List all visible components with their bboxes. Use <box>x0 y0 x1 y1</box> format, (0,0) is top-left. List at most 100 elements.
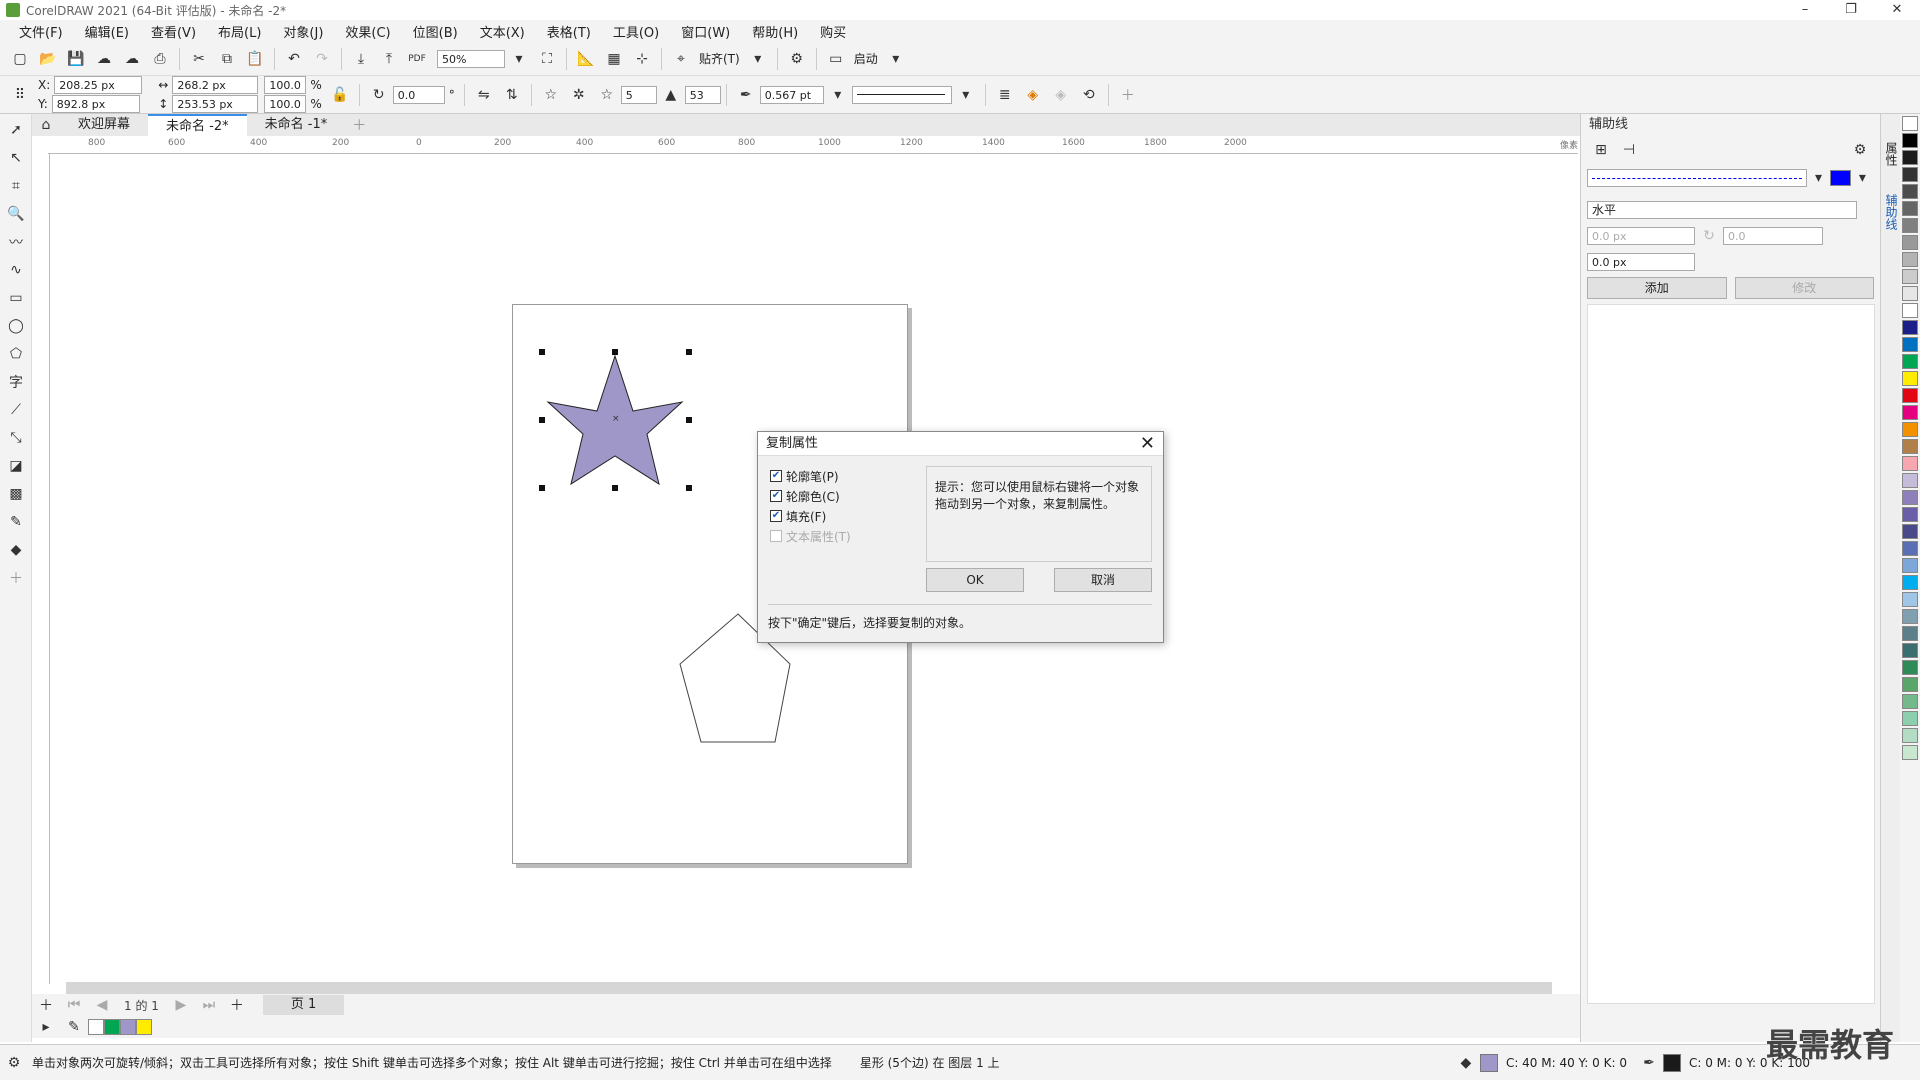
palette-swatch[interactable] <box>1902 167 1918 182</box>
last-page-icon[interactable]: ⏭ <box>198 994 220 1016</box>
chevron-down-icon[interactable]: ▾ <box>827 84 849 106</box>
rotate-icon[interactable]: ↻ <box>368 84 390 106</box>
snap-to-label[interactable]: 贴齐(T) <box>699 50 740 67</box>
first-page-icon[interactable]: ⏮ <box>63 994 85 1016</box>
scale-y-field[interactable]: 100.0 <box>264 95 307 113</box>
palette-swatch[interactable] <box>1902 609 1918 624</box>
tab-welcome[interactable]: 欢迎屏幕 <box>60 114 148 136</box>
shape-tool-icon[interactable]: ↖ <box>5 146 27 170</box>
new-document-icon[interactable]: ▢ <box>9 48 31 70</box>
full-screen-icon[interactable]: ⛶ <box>536 48 558 70</box>
menu-help[interactable]: 帮助(H) <box>741 22 809 41</box>
mirror-vertical-icon[interactable]: ⇅ <box>501 84 523 106</box>
rulers-icon[interactable]: 📐 <box>575 48 597 70</box>
grid-icon[interactable]: ▦ <box>603 48 625 70</box>
palette-swatch[interactable] <box>1902 592 1918 607</box>
to-back-icon[interactable]: ◈ <box>1050 84 1072 106</box>
palette-swatch[interactable] <box>1902 388 1918 403</box>
vertical-ruler[interactable] <box>32 154 50 984</box>
palette-swatch[interactable] <box>1902 660 1918 675</box>
minimize-icon[interactable]: – <box>1782 0 1828 20</box>
line-style-select[interactable] <box>851 85 952 104</box>
home-icon[interactable]: ⌂ <box>35 114 57 136</box>
launch-label[interactable]: 启动 <box>854 50 878 67</box>
mirror-horizontal-icon[interactable]: ⇋ <box>473 84 495 106</box>
menu-text[interactable]: 文本(X) <box>469 22 536 41</box>
cloud-icon[interactable]: ☁ <box>121 48 143 70</box>
width-field[interactable]: 268.2 px <box>172 76 259 94</box>
chevron-down-icon[interactable]: ▾ <box>1854 167 1871 189</box>
outline-width-field[interactable]: 0.567 pt <box>759 85 824 104</box>
tab-properties[interactable]: 属性 <box>1883 142 1900 166</box>
orientation-select[interactable]: 水平 <box>1587 201 1857 219</box>
rectangle-tool-icon[interactable]: ▭ <box>5 286 27 310</box>
upload-icon[interactable]: ☁ <box>93 48 115 70</box>
chevron-down-icon[interactable]: ▾ <box>955 84 977 106</box>
tab-untitled-2[interactable]: 未命名 -2* <box>148 114 247 136</box>
docker-settings-gear-icon[interactable]: ⚙ <box>1849 139 1871 161</box>
parallel-dimension-icon[interactable]: ⟋ <box>5 398 27 422</box>
eyedropper-icon[interactable]: ✎ <box>5 510 27 534</box>
chevron-down-icon[interactable]: ▾ <box>885 48 907 70</box>
interactive-fill-icon[interactable]: ◆ <box>5 538 27 562</box>
star-icon[interactable]: ☆ <box>540 84 562 106</box>
palette-swatch[interactable] <box>1902 269 1918 284</box>
new-tab-icon[interactable]: ＋ <box>348 114 370 136</box>
ellipse-tool-icon[interactable]: ◯ <box>5 314 27 338</box>
palette-swatch[interactable] <box>1902 626 1918 641</box>
text-wrap-icon[interactable]: ≣ <box>994 84 1016 106</box>
palette-swatch[interactable] <box>1902 575 1918 590</box>
palette-swatch[interactable] <box>1902 371 1918 386</box>
launch-icon[interactable]: ▭ <box>825 48 847 70</box>
guide-line-style-select[interactable] <box>1587 169 1807 187</box>
palette-swatch[interactable] <box>1902 201 1918 216</box>
checkbox-outline-color[interactable]: ✔ <box>770 490 782 502</box>
tab-guidelines[interactable]: 辅助线 <box>1883 194 1900 230</box>
add-page-after-icon[interactable]: ＋ <box>226 994 248 1016</box>
palette-swatch[interactable] <box>1902 405 1918 420</box>
chevron-down-icon[interactable]: ▾ <box>508 48 530 70</box>
text-tool-icon[interactable]: 字 <box>5 370 27 394</box>
palette-swatch[interactable] <box>1902 439 1918 454</box>
to-front-icon[interactable]: ◈ <box>1022 84 1044 106</box>
palette-swatch[interactable] <box>1902 473 1918 488</box>
snap-icon[interactable]: ⌖ <box>670 48 692 70</box>
menu-effects[interactable]: 效果(C) <box>334 22 401 41</box>
palette-swatch[interactable] <box>1902 184 1918 199</box>
checkbox-outline-pen[interactable]: ✔ <box>770 470 782 482</box>
menu-layout[interactable]: 布局(L) <box>207 22 272 41</box>
options-gear-icon[interactable]: ⚙ <box>786 48 808 70</box>
horizontal-scrollbar[interactable] <box>66 982 1552 994</box>
prev-page-icon[interactable]: ◀ <box>91 994 113 1016</box>
height-field[interactable]: 253.53 px <box>172 95 259 113</box>
lock-ratio-icon[interactable]: 🔓 <box>329 84 351 106</box>
menu-window[interactable]: 窗口(W) <box>670 22 741 41</box>
connector-tool-icon[interactable]: ⤡ <box>5 426 27 450</box>
palette-swatch[interactable] <box>1902 116 1918 131</box>
redo-icon[interactable]: ↷ <box>311 48 333 70</box>
restore-icon[interactable]: ❐ <box>1828 0 1874 20</box>
guide-angle-field[interactable]: 0.0 <box>1723 227 1823 245</box>
palette-swatch[interactable] <box>1902 507 1918 522</box>
outline-swatch[interactable] <box>1662 1053 1681 1072</box>
menu-bitmaps[interactable]: 位图(B) <box>402 22 469 41</box>
option-outline-color[interactable]: ✔ 轮廓色(C) <box>770 486 851 506</box>
modify-guide-button[interactable]: 修改 <box>1734 277 1874 299</box>
palette-swatch[interactable] <box>1902 133 1918 148</box>
open-icon[interactable]: 📂 <box>37 48 59 70</box>
menu-table[interactable]: 表格(T) <box>536 22 602 41</box>
import-icon[interactable]: ⤓ <box>350 48 372 70</box>
palette-swatch[interactable] <box>1902 456 1918 471</box>
menu-object[interactable]: 对象(J) <box>272 22 334 41</box>
menu-file[interactable]: 文件(F) <box>8 22 74 41</box>
add-guide-button[interactable]: 添加 <box>1587 277 1727 299</box>
guide-color-swatch[interactable] <box>1830 170 1851 186</box>
guides-list[interactable] <box>1587 304 1875 1004</box>
convert-to-curves-icon[interactable]: ⟲ <box>1078 84 1100 106</box>
horizontal-ruler[interactable]: 800 600 400 200 0 200 400 600 800 1000 1… <box>48 136 1578 154</box>
print-icon[interactable]: ⎙ <box>149 48 171 70</box>
guide-y-field[interactable]: 0.0 px <box>1587 253 1695 271</box>
cancel-button[interactable]: 取消 <box>1054 568 1152 592</box>
palette-swatch[interactable] <box>1902 252 1918 267</box>
transparency-icon[interactable]: ▩ <box>5 482 27 506</box>
